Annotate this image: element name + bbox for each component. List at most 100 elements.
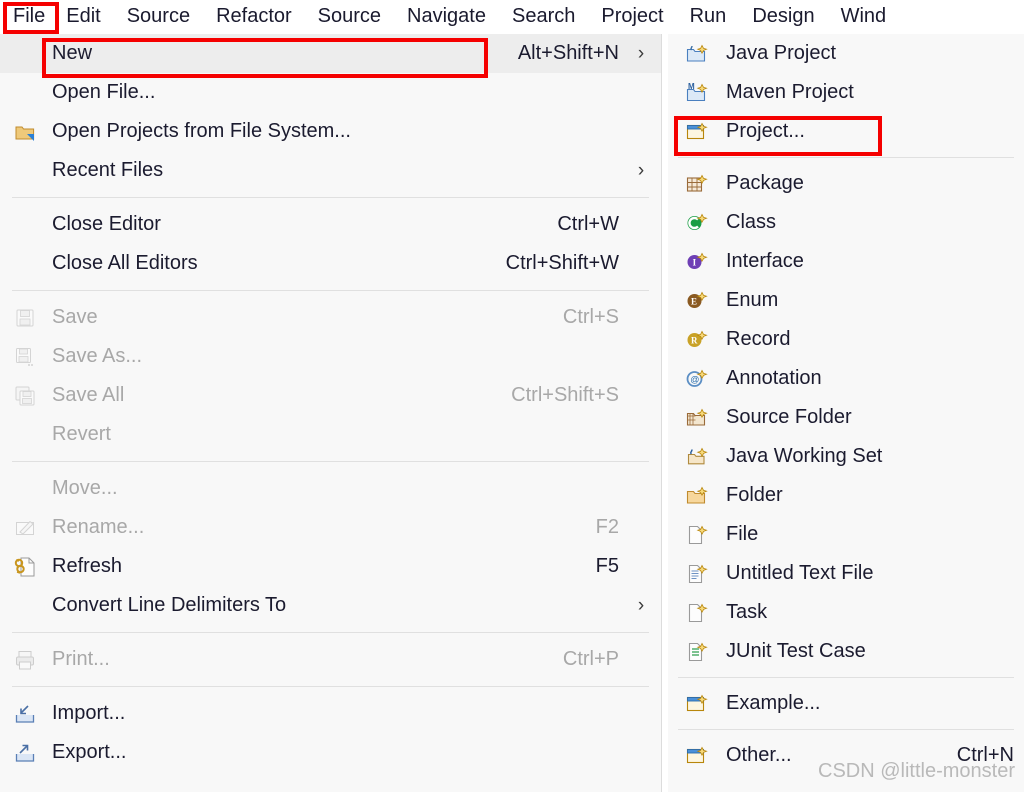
submenu-item-label: Enum	[726, 289, 779, 311]
menu-item-shortcut: Ctrl+P	[562, 648, 619, 670]
submenu-item-task[interactable]: Task	[668, 593, 1024, 632]
menu-separator	[12, 686, 649, 687]
submenu-separator	[678, 157, 1014, 158]
menubar-item-file[interactable]: File	[5, 1, 53, 32]
menu-item-label: Recent Files	[52, 159, 164, 181]
menubar-item-navigate[interactable]: Navigate	[394, 1, 499, 32]
submenu-separator	[678, 677, 1014, 678]
file-dropdown-menu: New Alt+Shift+N › Open File... Open Projects…	[0, 34, 662, 792]
menubar-item-wind[interactable]: Wind	[828, 1, 900, 32]
menu-item-export[interactable]: Export...	[0, 733, 661, 772]
menu-item-move: Move...	[0, 469, 661, 508]
submenu-item-package[interactable]: Package	[668, 164, 1024, 203]
submenu-item-label: Task	[726, 601, 768, 623]
menu-item-new[interactable]: New Alt+Shift+N ›	[0, 34, 661, 73]
example-icon	[682, 693, 712, 715]
submenu-item-label: Java Project	[726, 42, 837, 64]
menu-item-open-projects-from-file-system[interactable]: Open Projects from File System...	[0, 112, 661, 151]
menubar-item-run[interactable]: Run	[677, 1, 740, 32]
chevron-right-icon: ›	[637, 594, 645, 616]
rename-icon	[10, 517, 40, 539]
menubar-item-edit[interactable]: Edit	[53, 1, 113, 32]
chevron-right-icon: ›	[637, 42, 645, 64]
package-icon	[682, 173, 712, 195]
menu-item-open-file[interactable]: Open File...	[0, 73, 661, 112]
save-as-icon	[10, 346, 40, 368]
svg-text:R: R	[691, 335, 698, 345]
menu-separator	[12, 197, 649, 198]
import-icon	[10, 703, 40, 725]
submenu-item-label: Record	[726, 328, 791, 350]
menu-item-label: Save All	[52, 384, 125, 406]
menu-item-close-editor[interactable]: Close Editor Ctrl+W	[0, 205, 661, 244]
submenu-item-example[interactable]: Example...	[668, 684, 1024, 723]
submenu-item-junit-test-case[interactable]: JUnit Test Case	[668, 632, 1024, 671]
source-folder-icon	[682, 407, 712, 429]
menubar-item-refactor[interactable]: Refactor	[203, 1, 305, 32]
menu-item-label: Revert	[52, 423, 111, 445]
menu-item-save-all: Save All Ctrl+Shift+S	[0, 376, 661, 415]
folder-open-icon	[10, 121, 40, 143]
submenu-separator	[678, 729, 1014, 730]
submenu-item-interface[interactable]: I Interface	[668, 242, 1024, 281]
menu-item-save: Save Ctrl+S	[0, 298, 661, 337]
untitled-text-file-icon	[682, 563, 712, 585]
submenu-item-label: Source Folder	[726, 406, 852, 428]
submenu-item-annotation[interactable]: @ Annotation	[668, 359, 1024, 398]
submenu-item-record[interactable]: R Record	[668, 320, 1024, 359]
submenu-item-label: Java Working Set	[726, 445, 883, 467]
svg-text:M: M	[688, 82, 695, 91]
submenu-item-file[interactable]: File	[668, 515, 1024, 554]
class-icon	[682, 212, 712, 234]
menu-item-label: Move...	[52, 477, 118, 499]
menu-item-shortcut: F2	[595, 516, 619, 538]
menubar-item-project[interactable]: Project	[588, 1, 676, 32]
menu-item-close-all-editors[interactable]: Close All Editors Ctrl+Shift+W	[0, 244, 661, 283]
menu-item-label: Open Projects from File System...	[52, 120, 351, 142]
submenu-item-label: File	[726, 523, 759, 545]
menu-bar: File Edit Source Refactor Source Navigate Sear…	[0, 0, 1024, 33]
submenu-item-enum[interactable]: E Enum	[668, 281, 1024, 320]
menu-item-label: Rename...	[52, 516, 145, 538]
submenu-item-source-folder[interactable]: Source Folder	[668, 398, 1024, 437]
menu-item-shortcut: Ctrl+W	[557, 213, 619, 235]
interface-icon: I	[682, 251, 712, 273]
menu-separator	[12, 461, 649, 462]
menubar-item-design[interactable]: Design	[739, 1, 827, 32]
junit-test-case-icon	[682, 641, 712, 663]
submenu-item-folder[interactable]: Folder	[668, 476, 1024, 515]
submenu-item-label: Maven Project	[726, 81, 854, 103]
menu-item-shortcut: Alt+Shift+N	[517, 42, 619, 64]
submenu-item-other[interactable]: Other... Ctrl+N	[668, 736, 1024, 775]
menu-item-refresh[interactable]: Refresh F5	[0, 547, 661, 586]
menu-item-convert-line-delimiters-to[interactable]: Convert Line Delimiters To ›	[0, 586, 661, 625]
menu-item-print: Print... Ctrl+P	[0, 640, 661, 679]
export-icon	[10, 742, 40, 764]
svg-text:I: I	[693, 257, 697, 267]
submenu-item-maven-project[interactable]: M Maven Project	[668, 73, 1024, 112]
menu-item-import[interactable]: Import...	[0, 694, 661, 733]
menu-item-shortcut: Ctrl+S	[562, 306, 619, 328]
submenu-item-label: Annotation	[726, 367, 822, 389]
save-icon	[10, 307, 40, 329]
menubar-item-source[interactable]: Source	[114, 1, 203, 32]
submenu-item-shortcut: Ctrl+N	[956, 744, 1014, 766]
menu-item-label: Save	[52, 306, 98, 328]
submenu-item-project[interactable]: Project...	[668, 112, 1024, 151]
submenu-item-java-working-set[interactable]: Java Working Set	[668, 437, 1024, 476]
menu-item-label: Convert Line Delimiters To	[52, 594, 287, 616]
menubar-item-search[interactable]: Search	[499, 1, 588, 32]
new-submenu: Java Project M Maven Project Project... Pack…	[668, 34, 1024, 792]
menu-item-recent-files[interactable]: Recent Files ›	[0, 151, 661, 190]
svg-text:E: E	[691, 296, 697, 306]
submenu-item-class[interactable]: Class	[668, 203, 1024, 242]
submenu-item-java-project[interactable]: Java Project	[668, 34, 1024, 73]
menubar-item-source[interactable]: Source	[305, 1, 394, 32]
menu-item-label: Close Editor	[52, 213, 161, 235]
file-icon	[682, 524, 712, 546]
menu-item-label: Open File...	[52, 81, 156, 103]
submenu-item-untitled-text-file[interactable]: Untitled Text File	[668, 554, 1024, 593]
menu-item-label: Print...	[52, 648, 110, 670]
submenu-item-label: Untitled Text File	[726, 562, 874, 584]
submenu-item-label: Other...	[726, 744, 792, 766]
